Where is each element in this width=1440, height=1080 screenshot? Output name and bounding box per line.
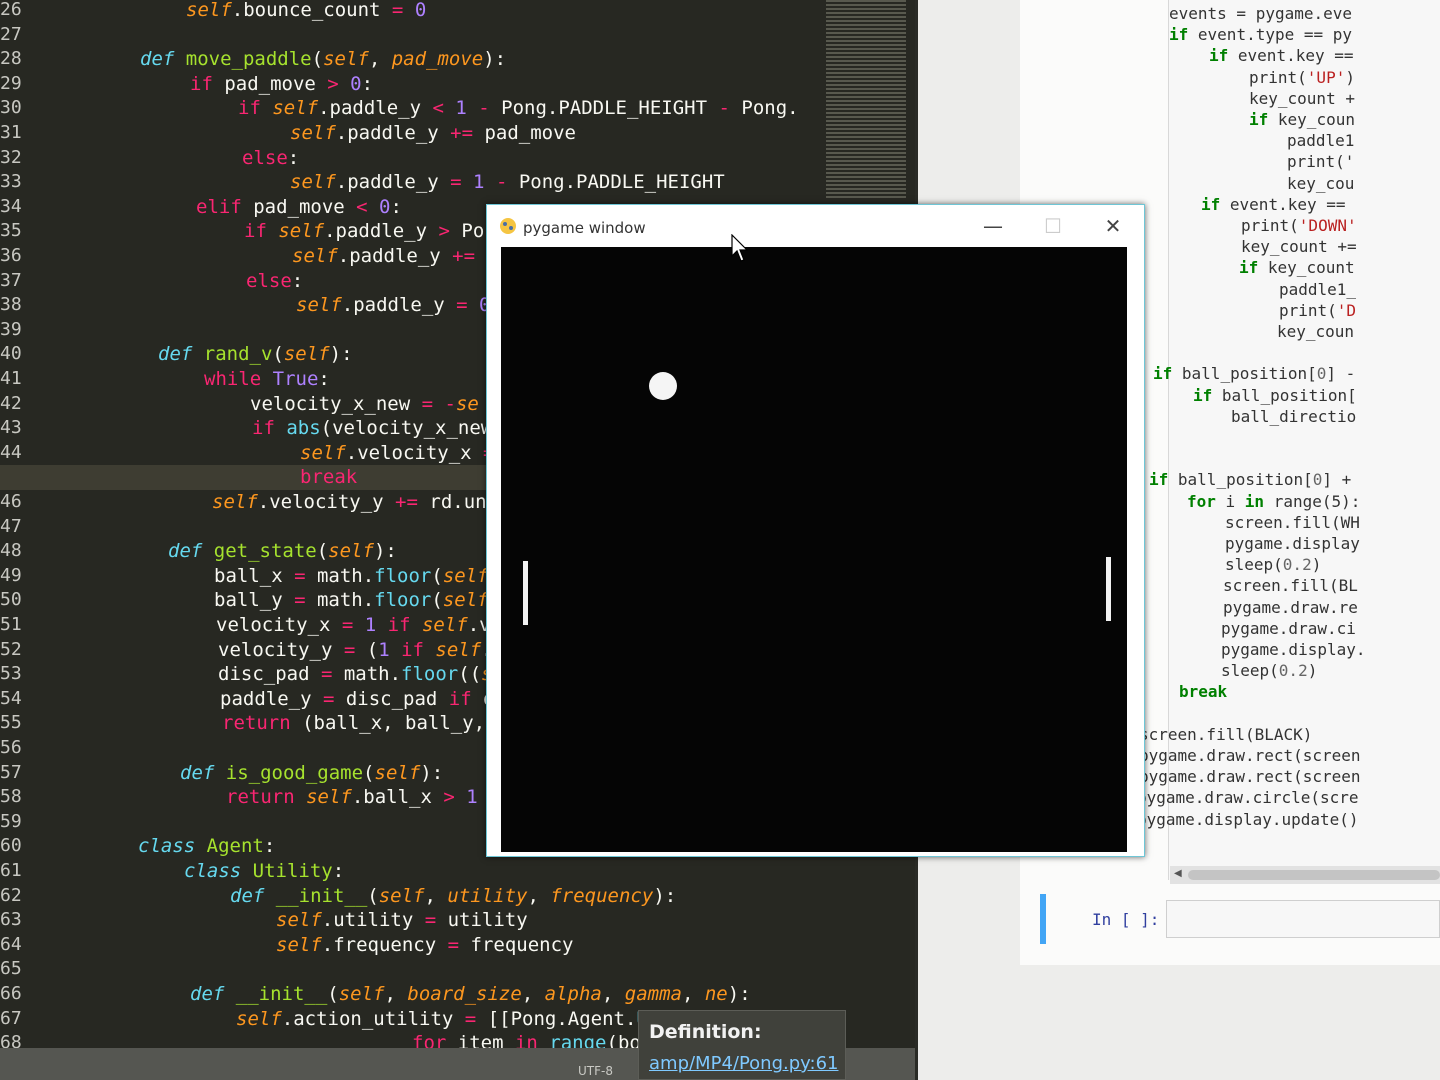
notebook-code-line[interactable]: print(' bbox=[1287, 151, 1354, 172]
code-line[interactable]: velocity_x = 1 if self.ve bbox=[216, 613, 502, 638]
code-line[interactable]: velocity_y = (1 if self.v bbox=[218, 638, 504, 663]
notebook-code-line[interactable]: pygame.draw.rect(screen bbox=[1139, 745, 1361, 766]
python-logo-icon bbox=[500, 218, 516, 234]
code-line[interactable]: self.paddle_y += pad_move bbox=[290, 121, 576, 146]
code-line[interactable]: velocity_x_new = -se bbox=[250, 392, 479, 417]
window-title: pygame window bbox=[523, 219, 646, 237]
code-line[interactable]: self.bounce_count = 0 bbox=[186, 0, 426, 23]
notebook-code-line[interactable]: print('DOWN' bbox=[1241, 215, 1357, 236]
notebook-code-line[interactable]: pygame.draw.re bbox=[1223, 597, 1358, 618]
close-button[interactable]: ✕ bbox=[1093, 211, 1133, 241]
mouse-cursor-icon bbox=[731, 234, 749, 262]
code-line[interactable]: def rand_v(self): bbox=[158, 342, 353, 367]
game-canvas[interactable] bbox=[501, 247, 1127, 852]
maximize-button[interactable]: ☐ bbox=[1033, 211, 1073, 241]
notebook-code-line[interactable]: print('D bbox=[1279, 300, 1356, 321]
notebook-code-line[interactable]: ball_directio bbox=[1231, 406, 1356, 427]
notebook-code-line[interactable]: screen.fill(BLACK) bbox=[1139, 724, 1312, 745]
code-line[interactable]: self.frequency = frequency bbox=[276, 933, 573, 958]
notebook-code-line[interactable]: if key_count bbox=[1239, 257, 1355, 278]
notebook-code-line[interactable]: paddle1 bbox=[1287, 130, 1354, 151]
encoding-label[interactable]: UTF-8 bbox=[578, 1064, 613, 1078]
input-prompt: In [ ]: bbox=[1092, 910, 1160, 929]
cell-horizontal-scrollbar[interactable]: ◀ bbox=[1170, 866, 1440, 884]
code-line[interactable]: if pad_move > 0: bbox=[190, 72, 373, 97]
code-line[interactable]: disc_pad = math.floor((se bbox=[218, 662, 504, 687]
code-line[interactable]: self.velocity_x = bbox=[300, 441, 495, 466]
code-line[interactable]: self.paddle_y = 1 - Pong.PADDLE_HEIGHT bbox=[290, 170, 725, 195]
code-line[interactable]: self.velocity_y += rd.un bbox=[212, 490, 487, 515]
code-line[interactable]: self.utility = utility bbox=[276, 908, 528, 933]
pong-ball bbox=[649, 372, 677, 400]
code-line[interactable]: self.paddle_y += bbox=[292, 244, 475, 269]
notebook-code-line[interactable]: pygame.draw.circle(scre bbox=[1137, 787, 1359, 808]
notebook-code-line[interactable]: if event.key == bbox=[1209, 45, 1354, 66]
cell-selected-indicator bbox=[1040, 894, 1046, 944]
code-line[interactable]: self.paddle_y = 0 bbox=[296, 293, 491, 318]
code-line[interactable]: else: bbox=[242, 146, 299, 171]
notebook-code-line[interactable]: key_coun bbox=[1277, 321, 1354, 342]
code-line[interactable]: class Agent: bbox=[138, 834, 275, 859]
notebook-code-line[interactable]: if ball_position[0] - bbox=[1153, 363, 1355, 384]
notebook-code-line[interactable]: screen.fill(BL bbox=[1223, 575, 1358, 596]
notebook-code-line[interactable]: print('UP') bbox=[1249, 67, 1355, 88]
notebook-code-line[interactable]: pygame.display.update() bbox=[1137, 809, 1359, 830]
code-cell[interactable]: events = pygame.eve if event.type == py if… bbox=[1137, 0, 1440, 880]
notebook-code-line[interactable]: events = pygame.eve bbox=[1169, 3, 1352, 24]
code-line[interactable]: ball_y = math.floor(self bbox=[214, 588, 489, 613]
definition-popup: Definition: amp/MP4/Pong.py:61 bbox=[638, 1010, 846, 1080]
definition-title: Definition: bbox=[649, 1021, 762, 1043]
code-line[interactable]: elif pad_move < 0: bbox=[196, 195, 402, 220]
scroll-left-icon[interactable]: ◀ bbox=[1174, 868, 1182, 879]
notebook-code-line[interactable]: pygame.display bbox=[1225, 533, 1360, 554]
code-line[interactable]: def __init__(self, board_size, alpha, ga… bbox=[190, 982, 751, 1007]
code-line[interactable]: if abs(velocity_x_new bbox=[252, 416, 492, 441]
code-line[interactable]: break bbox=[300, 465, 357, 490]
minimap[interactable] bbox=[826, 0, 906, 200]
code-line[interactable]: return self.ball_x > 1 bbox=[226, 785, 478, 810]
notebook-code-line[interactable]: sleep(0.2) bbox=[1221, 660, 1317, 681]
code-line[interactable]: def __init__(self, utility, frequency): bbox=[230, 884, 676, 909]
notebook-code-line[interactable]: sleep(0.2) bbox=[1225, 554, 1321, 575]
pygame-window[interactable]: pygame window — ☐ ✕ bbox=[486, 204, 1145, 857]
notebook-code-line[interactable]: pygame.display. bbox=[1221, 639, 1366, 660]
notebook-code-line[interactable]: key_cou bbox=[1287, 173, 1354, 194]
notebook-code-line[interactable]: if ball_position[ bbox=[1193, 385, 1357, 406]
window-titlebar[interactable]: pygame window — ☐ ✕ bbox=[487, 205, 1144, 247]
code-line[interactable]: def move_paddle(self, pad_move): bbox=[140, 47, 506, 72]
notebook-code-line[interactable]: key_count + bbox=[1249, 88, 1355, 109]
empty-input-cell[interactable]: In [ ]: bbox=[1040, 894, 1440, 944]
definition-link[interactable]: amp/MP4/Pong.py:61 bbox=[649, 1053, 838, 1074]
code-line[interactable]: def get_state(self): bbox=[168, 539, 397, 564]
code-line[interactable]: return (ball_x, ball_y, v bbox=[222, 711, 508, 736]
notebook-code-line[interactable]: pygame.draw.rect(screen bbox=[1139, 766, 1361, 787]
cell-input-box[interactable] bbox=[1166, 900, 1440, 938]
minimize-button[interactable]: — bbox=[973, 211, 1013, 241]
code-line[interactable]: else: bbox=[246, 269, 303, 294]
notebook-code-line[interactable]: for i in range(5): bbox=[1187, 491, 1360, 512]
code-line[interactable]: while True: bbox=[204, 367, 330, 392]
code-line[interactable]: def is_good_game(self): bbox=[180, 761, 443, 786]
notebook-code-line[interactable]: if key_coun bbox=[1249, 109, 1355, 130]
code-line[interactable]: class Utility: bbox=[184, 859, 344, 884]
code-line[interactable]: paddle_y = disc_pad if d bbox=[220, 687, 495, 712]
notebook-code-line[interactable]: if ball_position[0] + bbox=[1149, 469, 1351, 490]
code-line[interactable]: if self.paddle_y < 1 - Pong.PADDLE_HEIGH… bbox=[238, 96, 799, 121]
notebook-code-line[interactable]: paddle1_ bbox=[1279, 279, 1356, 300]
notebook-code-line[interactable]: break bbox=[1179, 681, 1227, 702]
notebook-code-line[interactable]: if event.type == py bbox=[1169, 24, 1352, 45]
notebook-code-line[interactable]: screen.fill(WH bbox=[1225, 512, 1360, 533]
scrollbar-thumb[interactable] bbox=[1188, 870, 1440, 880]
notebook-code-line[interactable]: if event.key == bbox=[1201, 194, 1346, 215]
notebook-code-line[interactable]: pygame.draw.ci bbox=[1221, 618, 1356, 639]
code-line[interactable]: ball_x = math.floor(self bbox=[214, 564, 489, 589]
right-paddle bbox=[1106, 557, 1111, 621]
left-paddle bbox=[523, 561, 528, 625]
notebook-code-line[interactable]: key_count += bbox=[1241, 236, 1357, 257]
code-line[interactable]: if self.paddle_y > Po bbox=[244, 219, 484, 244]
